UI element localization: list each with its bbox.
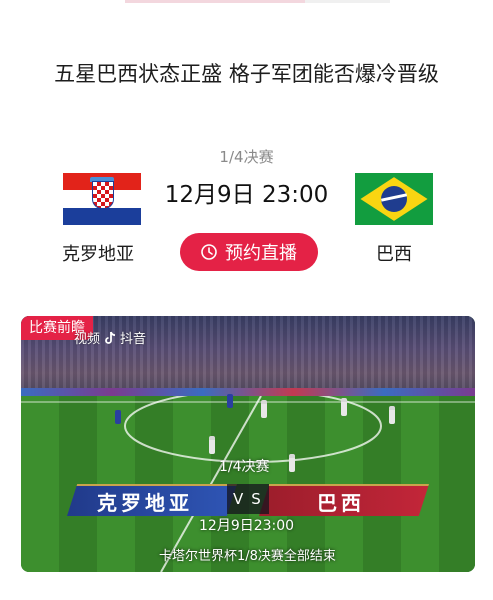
overlay-team-right: 巴西 xyxy=(317,491,365,515)
player xyxy=(341,398,347,416)
vs-scoreboard: 克罗地亚 VS 巴西 xyxy=(67,484,429,516)
overlay-caption: 卡塔尔世界杯1/8决赛全部结束 xyxy=(159,549,336,564)
brazil-flag-icon xyxy=(355,173,433,225)
team-left-name: 克罗地亚 xyxy=(62,244,134,265)
reserve-live-button[interactable]: 预约直播 xyxy=(180,233,318,271)
top-divider-secondary xyxy=(305,0,390,3)
team-right-name: 巴西 xyxy=(376,244,412,265)
player xyxy=(389,406,395,424)
watermark-prefix: 视频 xyxy=(74,332,101,347)
reserve-live-label: 预约直播 xyxy=(225,243,297,264)
ad-boards xyxy=(21,388,475,396)
match-time: 12月9日 23:00 xyxy=(164,182,329,208)
player xyxy=(289,454,295,472)
clock-icon xyxy=(201,244,217,260)
player xyxy=(261,400,267,418)
overlay-vs: VS xyxy=(233,490,269,508)
overlay-team-left: 克罗地亚 xyxy=(97,491,193,515)
player xyxy=(209,436,215,454)
overlay-time: 12月9日23:00 xyxy=(199,518,295,534)
croatia-flag-icon xyxy=(63,173,141,225)
player xyxy=(115,410,121,424)
douyin-watermark: 视频 抖音 xyxy=(74,328,146,347)
player xyxy=(227,394,233,408)
headline: 五星巴西状态正盛 格子军团能否爆冷晋级 xyxy=(54,62,439,86)
preview-video-card[interactable]: 比赛前瞻 视频 抖音 1/4决赛 克罗地亚 VS 巴西 12月9日23:00 卡… xyxy=(21,316,475,572)
top-divider xyxy=(125,0,310,3)
tiktok-icon xyxy=(105,331,116,344)
overlay-stage: 1/4决赛 xyxy=(219,459,270,475)
match-stage: 1/4决赛 xyxy=(219,148,274,166)
watermark-brand: 抖音 xyxy=(120,332,147,347)
